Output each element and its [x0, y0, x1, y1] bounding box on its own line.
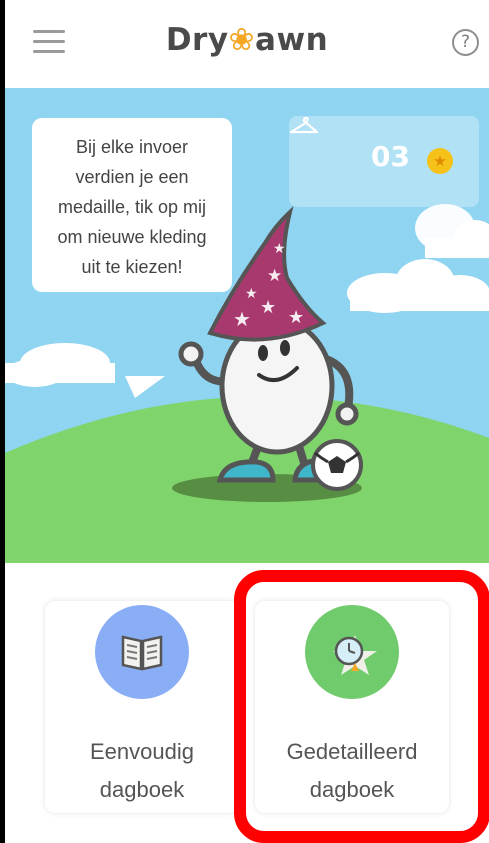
svg-text:★: ★: [273, 241, 286, 257]
detailed-diary-card[interactable]: Gedetailleerd dagboek: [255, 601, 449, 813]
card-label-line: Eenvoudig: [90, 739, 194, 764]
app-logo: Dry❀awn: [5, 22, 489, 58]
help-icon[interactable]: ?: [452, 29, 479, 56]
speech-line: uit te kiezen!: [81, 257, 183, 277]
svg-text:★: ★: [288, 307, 304, 328]
app-header: Dry❀awn ?: [5, 0, 489, 88]
book-icon: [121, 635, 163, 671]
speech-line: verdien je een: [75, 167, 189, 187]
speech-line: Bij elke invoer: [75, 137, 189, 157]
detailed-diary-label: Gedetailleerd dagboek: [255, 733, 449, 809]
soccer-ball-icon: [311, 439, 363, 491]
medal-counter[interactable]: 03 ★: [289, 116, 479, 207]
logo-drop-icon: ❀: [228, 22, 256, 58]
svg-text:★: ★: [260, 297, 276, 318]
simple-diary-label: Eenvoudig dagboek: [45, 733, 239, 809]
logo-text-start: Dry: [165, 22, 229, 58]
speech-line: om nieuwe kleding: [57, 227, 207, 247]
card-label-line: dagboek: [309, 777, 395, 802]
svg-text:★: ★: [267, 266, 282, 286]
speech-line: medaille, tik op mij: [57, 197, 207, 217]
app-screen: Dry❀awn ? ★ ★ ★ ★ ★ ★ Bij elke invoer ve…: [5, 0, 489, 843]
star-coin-icon: ★: [427, 148, 453, 174]
svg-text:★: ★: [245, 286, 258, 302]
clock-icon-circle: [305, 605, 399, 699]
clock-star-icon: [333, 635, 377, 675]
hanger-icon: [289, 116, 319, 134]
book-icon-circle: [95, 605, 189, 699]
mascot-scene: ★ ★ ★ ★ ★ ★ Bij elke invoer verdien je e…: [5, 88, 489, 563]
logo-text-end: awn: [255, 22, 329, 58]
svg-text:★: ★: [233, 307, 251, 331]
card-label-line: Gedetailleerd: [286, 739, 418, 764]
speech-bubble[interactable]: Bij elke invoer verdien je een medaille,…: [32, 118, 232, 292]
speech-bubble-text: Bij elke invoer verdien je een medaille,…: [32, 132, 232, 282]
simple-diary-card[interactable]: Eenvoudig dagboek: [45, 601, 239, 813]
diary-options: Eenvoudig dagboek Gedetailleerd dagboek: [5, 563, 489, 843]
medal-count: 03: [371, 140, 410, 173]
card-label-line: dagboek: [99, 777, 185, 802]
